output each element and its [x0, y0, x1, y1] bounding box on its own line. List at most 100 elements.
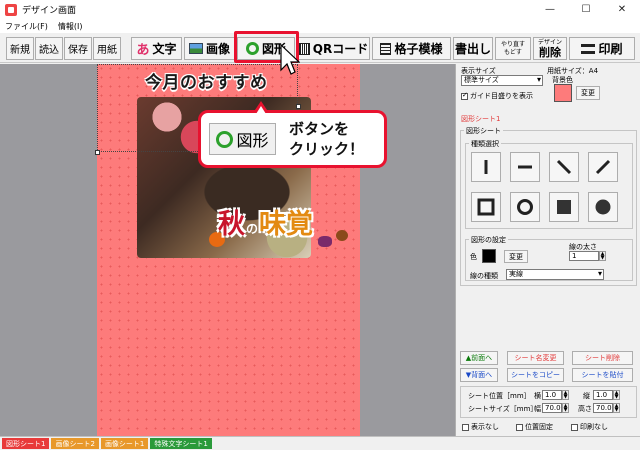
hide-check-icon: [462, 423, 469, 431]
x-input[interactable]: 1.0: [542, 390, 562, 400]
maximize-button[interactable]: ☐: [568, 0, 604, 19]
logo-aki: 秋: [218, 209, 245, 240]
new-button[interactable]: 新規: [6, 37, 34, 60]
bg-color-swatch[interactable]: [554, 84, 572, 102]
diagonal-down-icon: [556, 159, 572, 175]
app-icon: [5, 3, 17, 16]
shape-color-swatch[interactable]: [482, 249, 496, 263]
vertical-line-button[interactable]: [471, 152, 501, 182]
text-icon: あ: [136, 43, 150, 58]
rectangle-icon: [477, 198, 495, 216]
bg-color-change-button[interactable]: 変更: [576, 86, 600, 100]
sheet-tab-bar: 図形シート1 画像シート2 画像シート1 特殊文字シート1: [0, 436, 640, 450]
qr-button[interactable]: QRコード: [297, 37, 370, 60]
mouse-cursor-icon: [280, 44, 300, 75]
save-button[interactable]: 保存: [64, 37, 92, 60]
rename-sheet-button[interactable]: シート名変更: [507, 351, 564, 365]
rectangle-button[interactable]: [471, 192, 501, 222]
window-controls: — ☐ ✕: [532, 0, 640, 19]
close-button[interactable]: ✕: [604, 0, 640, 19]
lock-checkbox[interactable]: 位置固定: [516, 422, 553, 432]
display-size-select[interactable]: 標準サイズ: [461, 75, 543, 86]
bring-front-button[interactable]: ▲前面へ: [460, 351, 498, 365]
text-button[interactable]: あ 文字: [131, 37, 182, 60]
resize-handle[interactable]: [296, 104, 301, 109]
qr-icon: [298, 42, 310, 55]
undo-button[interactable]: やり直す もどす: [495, 37, 531, 60]
sheet-position-label: シート位置［mm］: [468, 392, 531, 400]
open-button[interactable]: 読込: [35, 37, 63, 60]
image-button[interactable]: 画像: [184, 37, 235, 60]
width-input[interactable]: 70.0: [542, 403, 562, 413]
guide-label: ガイド目盛りを表示: [470, 92, 533, 100]
text-button-label: 文字: [152, 42, 177, 56]
noprint-checkbox[interactable]: 印刷なし: [571, 422, 608, 432]
export-button[interactable]: 書出し: [453, 37, 493, 60]
y-input[interactable]: 1.0: [593, 390, 613, 400]
callout-tail-inner: [256, 106, 266, 114]
sheet-tab[interactable]: 画像シート1: [100, 438, 149, 449]
sweet-potato-icon: [318, 236, 332, 247]
menu-info[interactable]: 情報(I): [58, 21, 83, 32]
print-icon: [581, 43, 596, 54]
callout-shape-button: 図形: [209, 123, 276, 155]
shape-color-change-button[interactable]: 変更: [504, 250, 528, 263]
line-width-input[interactable]: 1: [569, 251, 599, 261]
resize-handle[interactable]: [95, 150, 100, 155]
hide-checkbox[interactable]: 表示なし: [462, 422, 499, 432]
height-input[interactable]: 70.0: [593, 403, 613, 413]
callout-button-label: 図形: [236, 131, 269, 150]
paste-sheet-button[interactable]: シートを貼付: [572, 368, 633, 382]
shape-settings-title: 図形の設定: [469, 235, 508, 245]
toolbar: 新規 読込 保存 用紙 あ 文字 画像 図形 QRコード 格子模様 書出し やり…: [0, 33, 640, 63]
delete-bottom-label: 削除: [539, 45, 561, 59]
callout-text: ボタンを クリック！: [289, 119, 364, 159]
filled-circle-icon: [595, 199, 611, 215]
menu-file[interactable]: ファイル(F): [5, 21, 48, 32]
y-label: 縦: [583, 392, 590, 400]
horizontal-line-icon: [518, 165, 532, 169]
x-spinner[interactable]: ▲ ▼: [562, 390, 569, 400]
diagonal-up-button[interactable]: [588, 152, 618, 182]
delete-sheet-button[interactable]: シート削除: [572, 351, 633, 365]
properties-panel: 表示サイズ 標準サイズ ガイド目盛りを表示 用紙サイズ：A4 背景色 変更 図形…: [455, 64, 640, 436]
autumn-flavor-logo[interactable]: 秋の味覚: [218, 202, 313, 241]
print-button[interactable]: 印刷: [569, 37, 635, 60]
width-spinner[interactable]: ▲ ▼: [562, 403, 569, 413]
y-spinner[interactable]: ▲ ▼: [613, 390, 620, 400]
delete-design-button[interactable]: デザイン 削除: [533, 37, 567, 60]
guide-checkbox[interactable]: ガイド目盛りを表示: [461, 91, 533, 101]
sheet-tab[interactable]: 図形シート1: [2, 438, 50, 449]
minimize-button[interactable]: —: [532, 0, 568, 19]
vertical-line-icon: [484, 160, 488, 174]
lock-check-icon: [516, 423, 523, 431]
filled-rectangle-icon: [557, 200, 571, 214]
horizontal-line-button[interactable]: [510, 152, 540, 182]
sheet-tab[interactable]: 特殊文字シート1: [150, 438, 212, 449]
height-spinner[interactable]: ▲ ▼: [613, 403, 620, 413]
send-back-button[interactable]: ▼背面へ: [460, 368, 498, 382]
diagonal-down-button[interactable]: [549, 152, 579, 182]
logo-no: の: [246, 222, 259, 236]
lock-label: 位置固定: [525, 423, 553, 431]
filled-rectangle-button[interactable]: [549, 192, 579, 222]
circle-icon: [216, 130, 234, 148]
logo-mikaku: 味覚: [259, 209, 314, 240]
filled-circle-button[interactable]: [588, 192, 618, 222]
current-sheet-label: 図形シート1: [461, 115, 501, 123]
line-type-label: 線の種類: [470, 272, 498, 280]
image-button-label: 画像: [205, 42, 230, 56]
line-type-select[interactable]: 実線: [506, 269, 604, 280]
callout-text-line2: クリック！: [289, 140, 365, 158]
hide-label: 表示なし: [471, 423, 499, 431]
sheet-tab[interactable]: 画像シート2: [51, 438, 99, 449]
ellipse-button[interactable]: [510, 192, 540, 222]
line-width-spinner[interactable]: ▲ ▼: [599, 251, 606, 261]
x-label: 横: [534, 392, 541, 400]
pattern-button[interactable]: 格子模様: [372, 37, 451, 60]
diagonal-up-icon: [595, 159, 611, 175]
paper-button[interactable]: 用紙: [93, 37, 121, 60]
color-label: 色: [470, 253, 477, 261]
title-bar: デザイン画面 — ☐ ✕: [0, 0, 640, 19]
copy-sheet-button[interactable]: シートをコピー: [507, 368, 564, 382]
